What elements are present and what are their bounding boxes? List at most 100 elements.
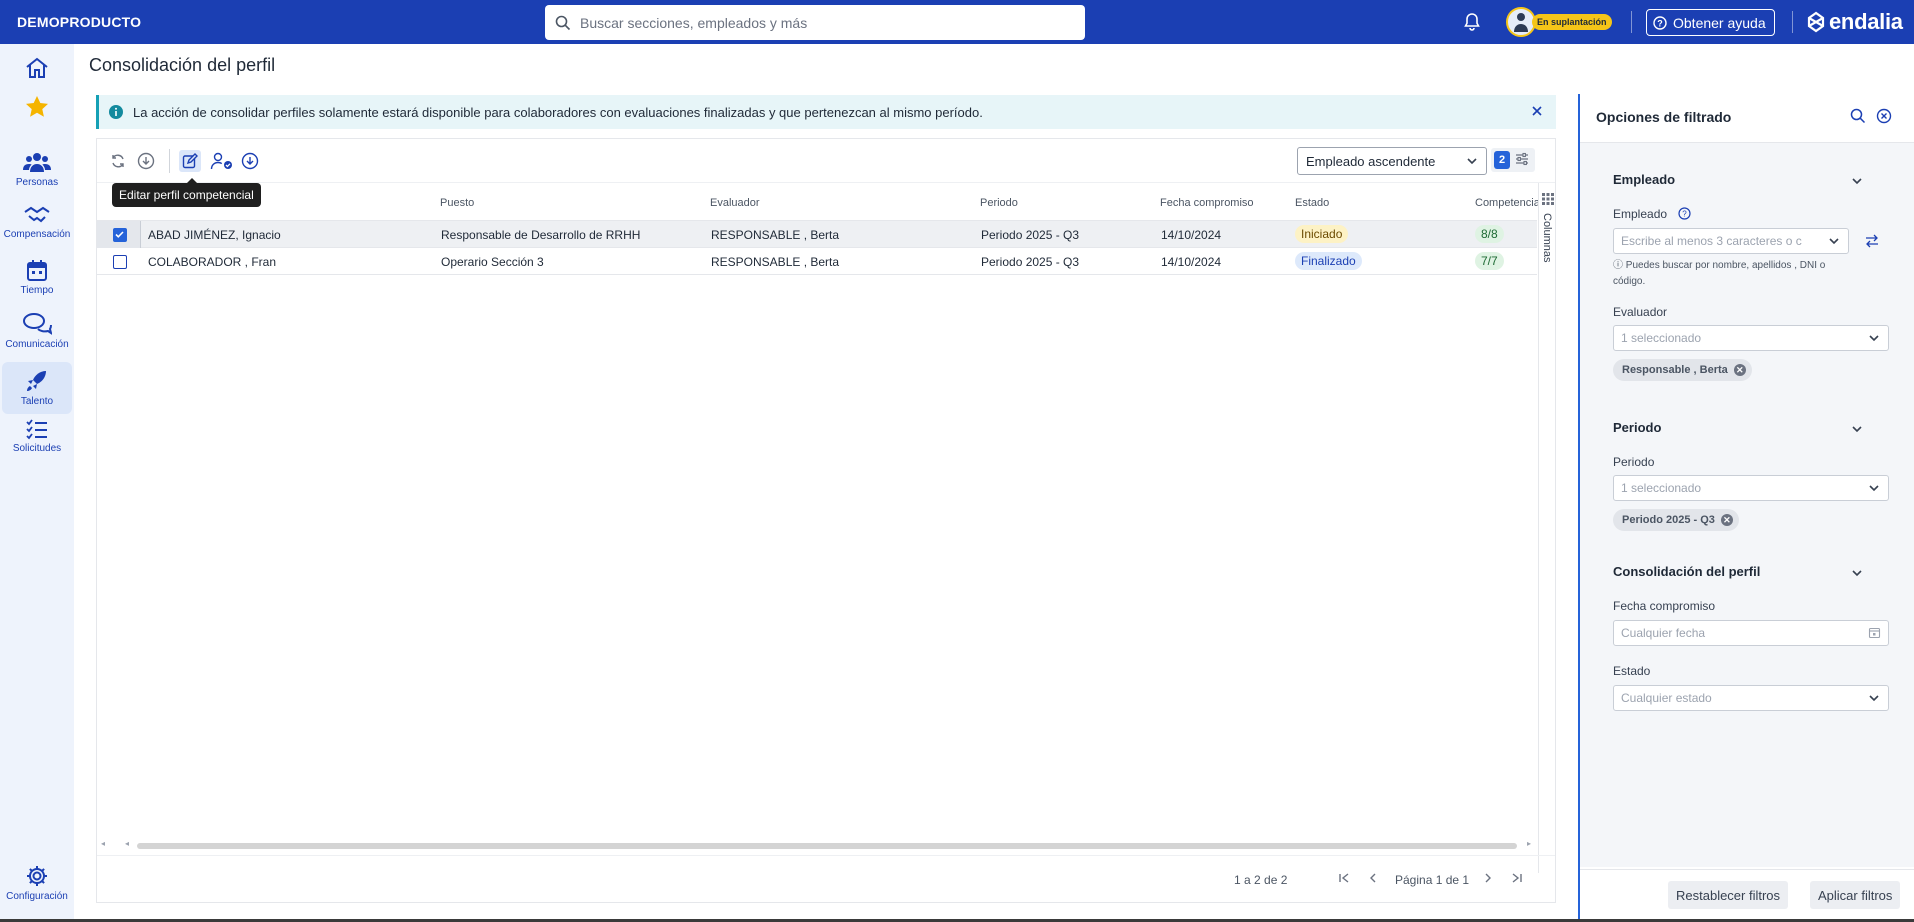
cell-fecha: 14/10/2024 bbox=[1161, 255, 1222, 269]
table-row[interactable]: ABAD JIMÉNEZ, Ignacio Responsable de Des… bbox=[97, 221, 1537, 248]
column-header-evaluador[interactable]: Evaluador bbox=[710, 197, 760, 209]
sidebar-item-label: Comunicación bbox=[5, 339, 69, 350]
section-periodo-title[interactable]: Periodo bbox=[1613, 420, 1661, 435]
star-icon bbox=[26, 96, 48, 117]
column-header-estado[interactable]: Estado bbox=[1295, 197, 1329, 209]
columns-panel-tab[interactable]: Columnas bbox=[1538, 183, 1555, 873]
column-header-periodo[interactable]: Periodo bbox=[980, 197, 1018, 209]
fecha-compromiso-field[interactable]: Cualquier fecha bbox=[1613, 620, 1889, 646]
fecha-compromiso-label: Fecha compromiso bbox=[1613, 599, 1716, 613]
sidebar-item-label: Talento bbox=[20, 396, 54, 407]
previous-page-icon[interactable] bbox=[1366, 871, 1380, 885]
cell-fecha: 14/10/2024 bbox=[1161, 228, 1222, 242]
close-icon[interactable] bbox=[1530, 104, 1544, 118]
svg-text:?: ? bbox=[1657, 18, 1663, 28]
notifications-bell-icon[interactable] bbox=[1462, 12, 1482, 37]
search-input[interactable]: Buscar secciones, empleados y más bbox=[580, 15, 807, 31]
calendar-icon[interactable] bbox=[1868, 626, 1881, 639]
cell-periodo: Periodo 2025 - Q3 bbox=[981, 228, 1080, 242]
sidebar-item-favorites[interactable] bbox=[2, 94, 72, 120]
chevron-down-icon bbox=[1829, 238, 1839, 245]
section-consolidacion-title[interactable]: Consolidación del perfil bbox=[1613, 564, 1760, 579]
refresh-button[interactable] bbox=[107, 150, 129, 172]
table-row[interactable]: COLABORADOR , Fran Operario Sección 3 RE… bbox=[97, 248, 1537, 275]
chat-icon bbox=[23, 313, 52, 335]
chevron-down-icon[interactable] bbox=[1850, 422, 1864, 436]
last-page-icon[interactable] bbox=[1510, 871, 1524, 885]
impersonation-indicator[interactable]: En suplantación bbox=[1506, 7, 1612, 37]
table-header: Puesto Evaluador Periodo Fecha compromis… bbox=[97, 183, 1540, 221]
estado-select[interactable]: Cualquier estado bbox=[1613, 685, 1889, 711]
row-checkbox[interactable] bbox=[113, 228, 127, 242]
download-button[interactable] bbox=[135, 150, 157, 172]
refresh-icon bbox=[112, 154, 124, 168]
help-button[interactable]: ? Obtener ayuda bbox=[1646, 9, 1775, 36]
row-checkbox[interactable] bbox=[113, 255, 127, 269]
filter-count-badge: 2 bbox=[1494, 151, 1510, 169]
search-icon[interactable] bbox=[1850, 108, 1866, 124]
cell-empleado[interactable]: COLABORADOR , Fran bbox=[148, 255, 276, 269]
chip-remove-icon[interactable]: ✕ bbox=[1720, 514, 1733, 526]
scroll-left-arrow-icon[interactable]: ◂ bbox=[101, 839, 105, 848]
help-circle-icon[interactable]: ? bbox=[1678, 207, 1691, 220]
apply-filters-button[interactable]: Aplicar filtros bbox=[1810, 881, 1901, 909]
fecha-compromiso-input[interactable]: Cualquier fecha bbox=[1621, 626, 1705, 640]
empleado-search-field[interactable]: Escribe al menos 3 caracteres o c bbox=[1613, 228, 1849, 254]
reset-filters-button[interactable]: Restablecer filtros bbox=[1668, 881, 1789, 909]
checkmark-icon bbox=[115, 231, 124, 238]
scroll-right-arrow-icon[interactable]: ▸ bbox=[1527, 839, 1531, 848]
sidebar-item-comunicacion[interactable]: Comunicación bbox=[2, 312, 72, 350]
sidebar-item-personas[interactable]: Personas bbox=[2, 150, 72, 188]
first-page-icon[interactable] bbox=[1337, 871, 1351, 885]
sort-select[interactable]: Empleado ascendente bbox=[1297, 147, 1487, 175]
sidebar-item-home[interactable] bbox=[2, 56, 72, 80]
section-empleado-title[interactable]: Empleado bbox=[1613, 172, 1675, 187]
endalia-logo: endalia bbox=[1806, 9, 1903, 35]
export-button[interactable] bbox=[239, 150, 261, 172]
swap-arrows-icon[interactable] bbox=[1864, 233, 1880, 249]
edit-profile-button[interactable] bbox=[179, 150, 201, 172]
company-name[interactable]: DEMOPRODUCTO bbox=[17, 14, 157, 30]
evaluador-select[interactable]: 1 seleccionado bbox=[1613, 325, 1889, 351]
checklist-icon bbox=[26, 419, 47, 440]
global-search[interactable]: Buscar secciones, empleados y más bbox=[545, 5, 1085, 40]
chevron-down-icon bbox=[1467, 158, 1477, 165]
periodo-select[interactable]: 1 seleccionado bbox=[1613, 475, 1889, 501]
scroll-left-arrow-icon[interactable]: ◂ bbox=[125, 839, 129, 848]
sidebar-item-label: Configuración bbox=[6, 891, 68, 902]
info-icon bbox=[109, 105, 123, 119]
cell-empleado[interactable]: ABAD JIMÉNEZ, Ignacio bbox=[148, 228, 281, 242]
sidebar-item-label: Solicitudes bbox=[12, 443, 62, 454]
handshake-icon bbox=[24, 206, 50, 223]
status-badge: Iniciado bbox=[1295, 225, 1349, 243]
evaluador-chip: Responsable , Berta ✕ bbox=[1613, 359, 1752, 381]
column-header-puesto[interactable]: Puesto bbox=[440, 197, 474, 209]
sidebar-item-compensacion[interactable]: Compensación bbox=[2, 204, 72, 240]
divider bbox=[1631, 11, 1632, 33]
sort-value: Empleado ascendente bbox=[1306, 153, 1436, 169]
column-header-competencias[interactable]: Competencia bbox=[1475, 197, 1540, 209]
chevron-down-icon[interactable] bbox=[1850, 566, 1864, 580]
sidebar-item-solicitudes[interactable]: Solicitudes bbox=[2, 418, 72, 454]
next-page-icon[interactable] bbox=[1481, 871, 1495, 885]
column-header-fecha[interactable]: Fecha compromiso bbox=[1160, 197, 1254, 209]
calendar-icon bbox=[27, 260, 47, 281]
empleado-input[interactable]: Escribe al menos 3 caracteres o c bbox=[1621, 234, 1821, 248]
close-circle-icon[interactable] bbox=[1876, 108, 1892, 124]
row-select-cell bbox=[97, 221, 141, 248]
filter-settings-icon[interactable] bbox=[1514, 151, 1530, 172]
chevron-down-icon[interactable] bbox=[1850, 174, 1864, 188]
endalia-mark-icon bbox=[1807, 11, 1825, 33]
home-icon bbox=[26, 57, 48, 78]
horizontal-scrollbar[interactable] bbox=[137, 843, 1517, 849]
impersonation-badge: En suplantación bbox=[1532, 14, 1612, 30]
grid-toolbar: Empleado ascendente 2 bbox=[97, 139, 1555, 183]
page-indicator: Página 1 de 1 bbox=[1395, 873, 1470, 887]
people-icon bbox=[23, 153, 51, 172]
periodo-value: 1 seleccionado bbox=[1621, 481, 1702, 495]
sidebar-item-tiempo[interactable]: Tiempo bbox=[2, 258, 72, 296]
consolidate-profile-button[interactable] bbox=[209, 150, 235, 172]
sidebar-item-configuracion[interactable]: Configuración bbox=[2, 864, 72, 902]
sidebar-item-talento[interactable]: Talento bbox=[2, 362, 72, 414]
chip-remove-icon[interactable]: ✕ bbox=[1733, 364, 1746, 376]
